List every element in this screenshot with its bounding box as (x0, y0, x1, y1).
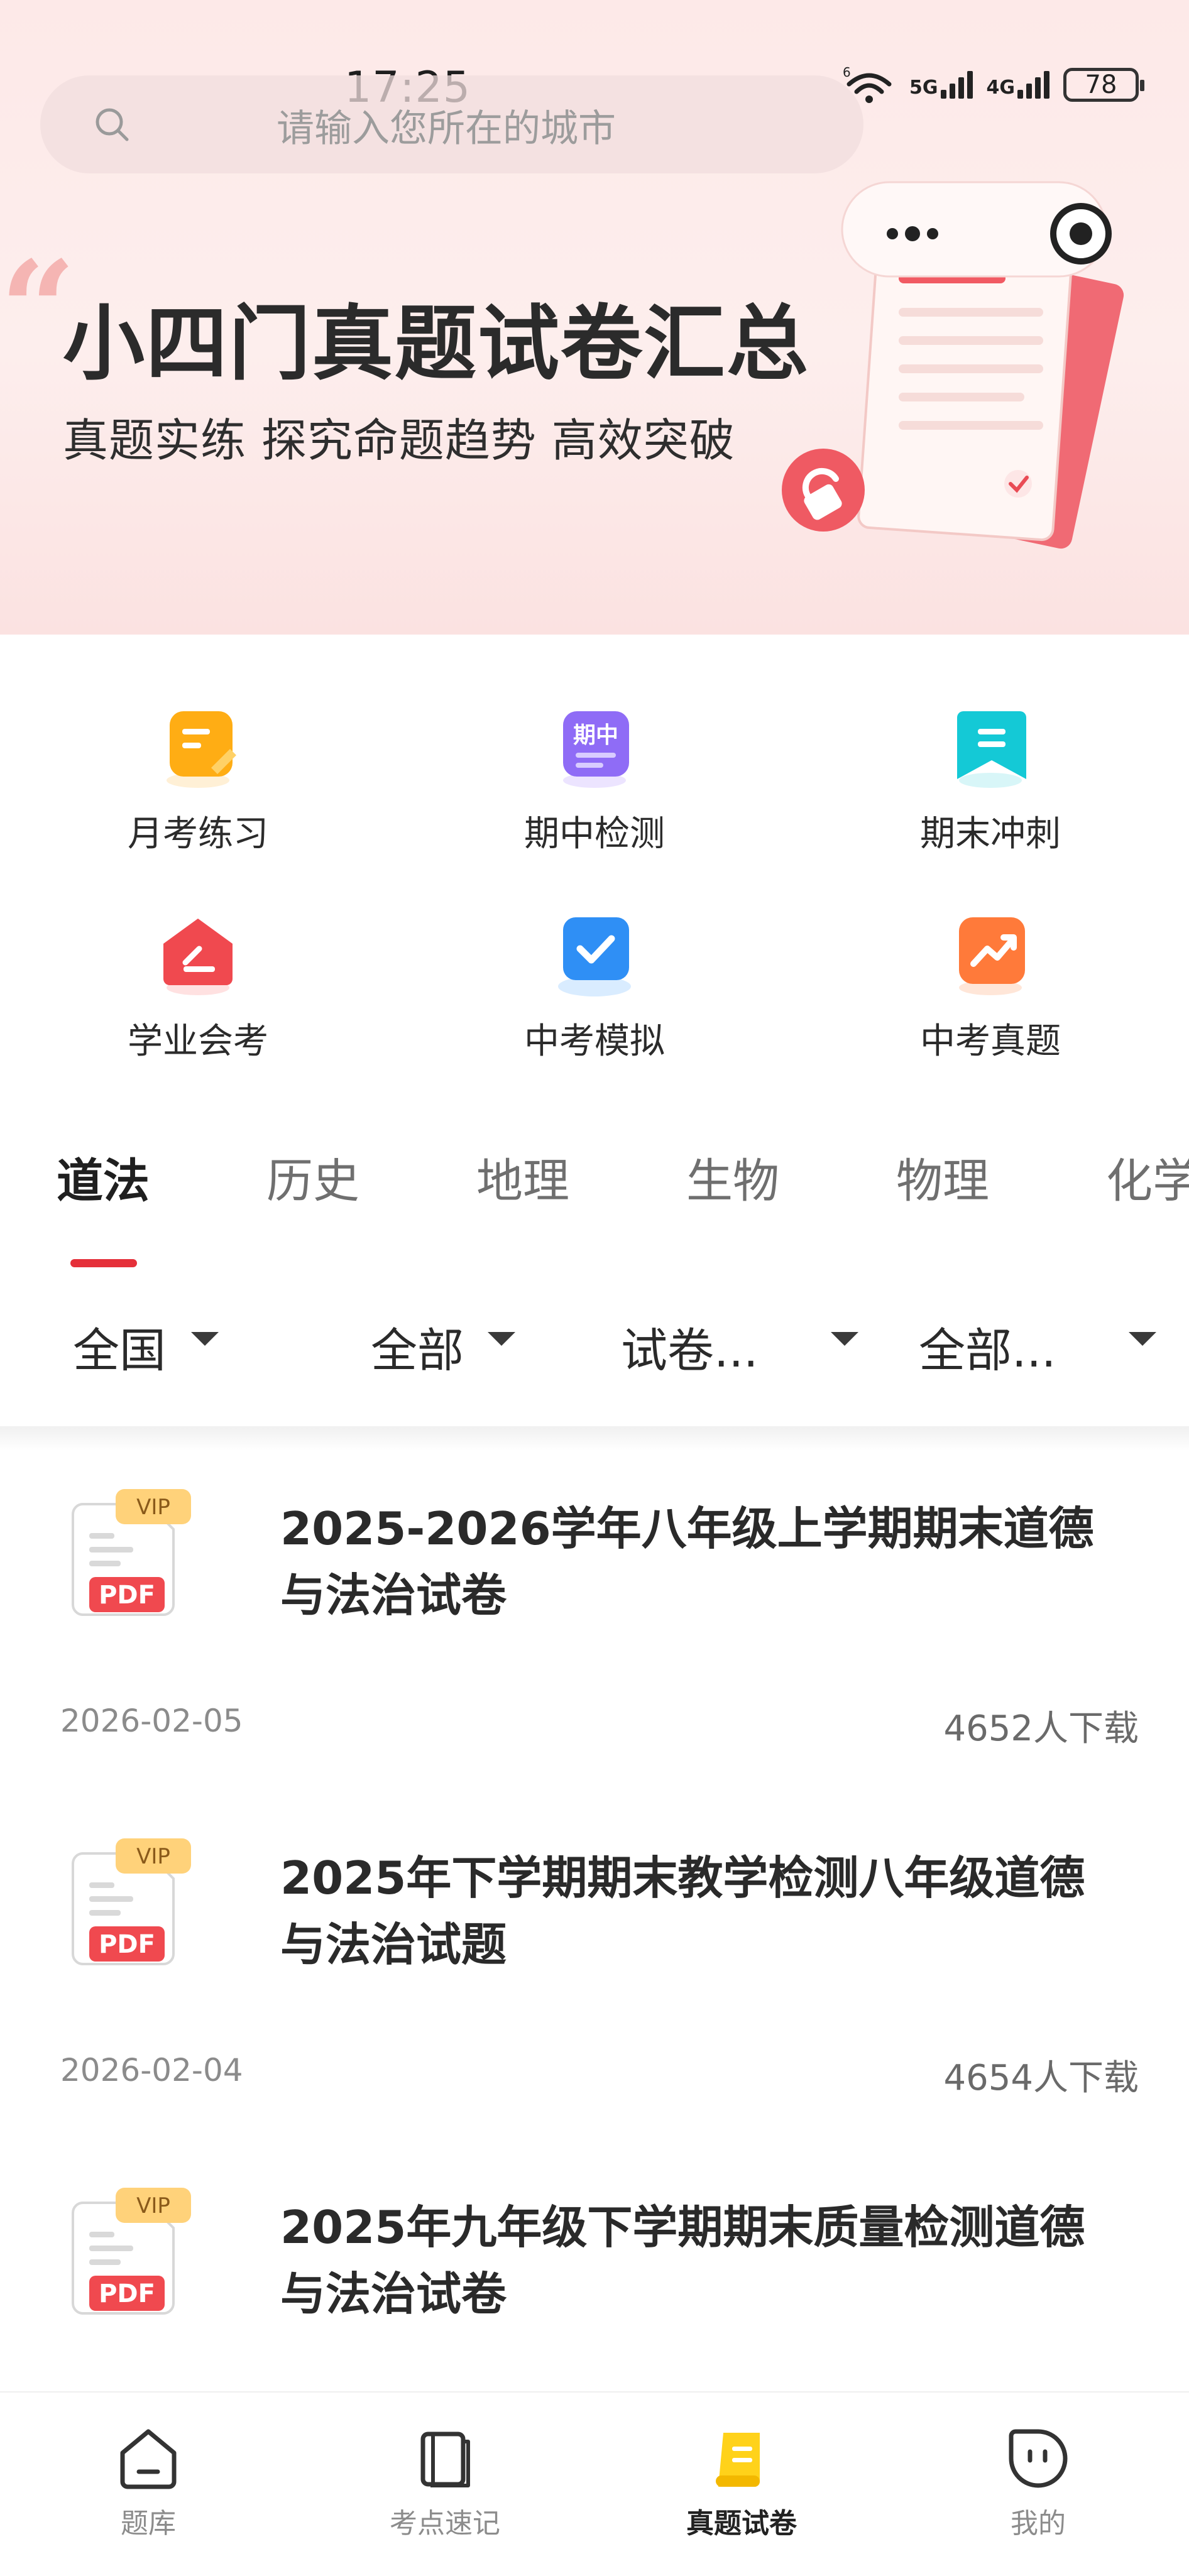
signal-4g-label: 4G (986, 77, 1016, 99)
signal-5g: 5G (909, 71, 973, 99)
nav-key-points[interactable]: 考点速记 (351, 2424, 539, 2541)
document-card[interactable]: PDF VIP 2025年九年级下学期期末质量检测道德 与法治试卷 (23, 2163, 1166, 2389)
note-icon (167, 711, 236, 788)
feature-label: 期中检测 (524, 814, 665, 854)
city-search-input[interactable]: 请输入您所在的城市 (40, 75, 863, 173)
pdf-file-icon: PDF VIP (72, 2188, 191, 2315)
tab-biology[interactable]: 生物 (686, 1143, 779, 1211)
document-title: 2025年九年级下学期期末质量检测道德 与法治试卷 (280, 2194, 1135, 2327)
chevron-down-icon[interactable] (191, 1332, 219, 1346)
document-title-line: 与法治试题 (280, 1918, 507, 1971)
home-exam-icon (163, 919, 233, 995)
check-icon (558, 917, 631, 996)
filter-paper-type[interactable]: 试卷... (621, 1313, 759, 1380)
feature-label: 期末冲刺 (920, 814, 1061, 854)
document-date: 2026-02-05 (60, 1703, 243, 1739)
search-icon (96, 108, 129, 141)
divider (0, 1426, 1189, 1451)
filter-paper-type-label: 试卷... (621, 1324, 759, 1378)
feature-label: 学业会考 (128, 1021, 268, 1062)
nav-profile[interactable]: 我的 (944, 2424, 1132, 2541)
feature-academic-exam[interactable]: 学业会考 (72, 905, 324, 1064)
document-title: 2025年下学期期末教学检测八年级道德 与法治试题 (280, 1845, 1135, 1978)
document-title-line: 2025年下学期期末教学检测八年级道德 (280, 1852, 1085, 1904)
document-title-line: 2025-2026学年八年级上学期期末道德 (280, 1502, 1094, 1555)
tab-chemistry[interactable]: 化学 (1106, 1143, 1189, 1211)
document-title-line: 与法治试卷 (280, 1569, 507, 1622)
feature-final-sprint[interactable]: 期末冲刺 (865, 697, 1116, 856)
pdf-label: PDF (99, 2279, 155, 2308)
feature-label: 中考模拟 (524, 1021, 665, 1062)
filter-year[interactable]: 全部... (919, 1313, 1056, 1380)
nav-label: 考点速记 (390, 2508, 500, 2540)
nav-label: 真题试卷 (686, 2508, 797, 2540)
nav-label: 我的 (1011, 2508, 1066, 2540)
pdf-label: PDF (99, 1581, 155, 1610)
search-placeholder: 请输入您所在的城市 (277, 107, 616, 151)
tab-daofa[interactable]: 道法 (57, 1143, 150, 1211)
bottom-navigation: 题库 考点速记 真题试卷 我的 (0, 2391, 1189, 2576)
signal-4g: 4G (986, 71, 1049, 99)
feature-monthly-exam[interactable]: 月考练习 (72, 697, 324, 856)
feature-real-exam[interactable]: 中考真题 (865, 905, 1116, 1064)
pdf-file-icon: PDF VIP (72, 1838, 191, 1965)
battery-level: 78 (1085, 70, 1117, 99)
home-icon (120, 2429, 177, 2489)
exam-paper-illustration (782, 181, 1124, 549)
document-title-line: 与法治试卷 (280, 2268, 507, 2320)
vip-badge: VIP (136, 1495, 170, 1520)
filter-grade-label: 全部 (371, 1324, 464, 1378)
document-date: 2026-02-04 (60, 2052, 243, 2088)
document-title-line: 2025年九年级下学期期末质量检测道德 (280, 2201, 1085, 2254)
signal-bars-icon (940, 71, 973, 99)
filter-year-label: 全部... (919, 1324, 1056, 1378)
feature-label: 月考练习 (128, 814, 268, 854)
wifi-sup-label: 6 (843, 65, 851, 80)
tab-physics[interactable]: 物理 (896, 1143, 989, 1211)
pdf-label: PDF (99, 1930, 155, 1959)
battery-indicator: 78 (1063, 68, 1144, 102)
signal-5g-label: 5G (909, 77, 938, 99)
bookmark-icon (957, 711, 1026, 788)
status-icons: 6 5G 4G 78 (843, 65, 1144, 104)
pdf-file-icon: PDF VIP (72, 1489, 191, 1616)
document-card[interactable]: PDF VIP 2025-2026学年八年级上学期期末道德 与法治试卷 2026… (23, 1464, 1166, 1816)
download-count: 4654人下载 (943, 2058, 1139, 2098)
banner-title: 小四门真题试卷汇总 (63, 296, 810, 391)
filter-region-label: 全国 (73, 1324, 166, 1378)
midterm-icon: 期中 (563, 711, 629, 788)
download-count: 4652人下载 (943, 1708, 1139, 1749)
scroll-icon (716, 2433, 760, 2487)
vip-badge: VIP (136, 1844, 170, 1869)
midterm-badge-text: 期中 (573, 723, 618, 748)
subject-tabs: 道法 历史 地理 生物 物理 化学 (0, 1143, 1189, 1231)
chevron-down-icon[interactable] (1129, 1332, 1156, 1346)
feature-midterm-test[interactable]: 期中 期中检测 (469, 697, 720, 856)
banner-subtitle: 真题实练 探究命题趋势 高效突破 (63, 414, 735, 467)
document-title: 2025-2026学年八年级上学期期末道德 与法治试卷 (280, 1495, 1135, 1629)
book-icon (420, 2431, 470, 2487)
filter-region[interactable]: 全国 (73, 1313, 166, 1380)
nav-question-bank[interactable]: 题库 (54, 2424, 243, 2541)
feature-label: 中考真题 (920, 1021, 1061, 1062)
filter-grade[interactable]: 全部 (371, 1313, 464, 1380)
chevron-down-icon[interactable] (488, 1332, 515, 1346)
tab-history[interactable]: 历史 (266, 1143, 359, 1211)
nav-real-exams[interactable]: 真题试卷 (647, 2424, 836, 2541)
trend-icon (959, 917, 1025, 995)
tab-geography[interactable]: 地理 (476, 1143, 569, 1211)
vip-badge: VIP (136, 2193, 170, 2219)
chevron-down-icon[interactable] (831, 1332, 858, 1346)
document-card[interactable]: PDF VIP 2025年下学期期末教学检测八年级道德 与法治试题 2026-0… (23, 1813, 1166, 2165)
active-tab-indicator (70, 1259, 137, 1267)
feature-mock-exam[interactable]: 中考模拟 (469, 905, 720, 1064)
profile-face-icon (1009, 2429, 1068, 2488)
nav-label: 题库 (121, 2508, 176, 2540)
signal-bars-icon (1017, 71, 1049, 99)
filter-bar: 全国 全部 试卷... 全部... (0, 1313, 1189, 1389)
